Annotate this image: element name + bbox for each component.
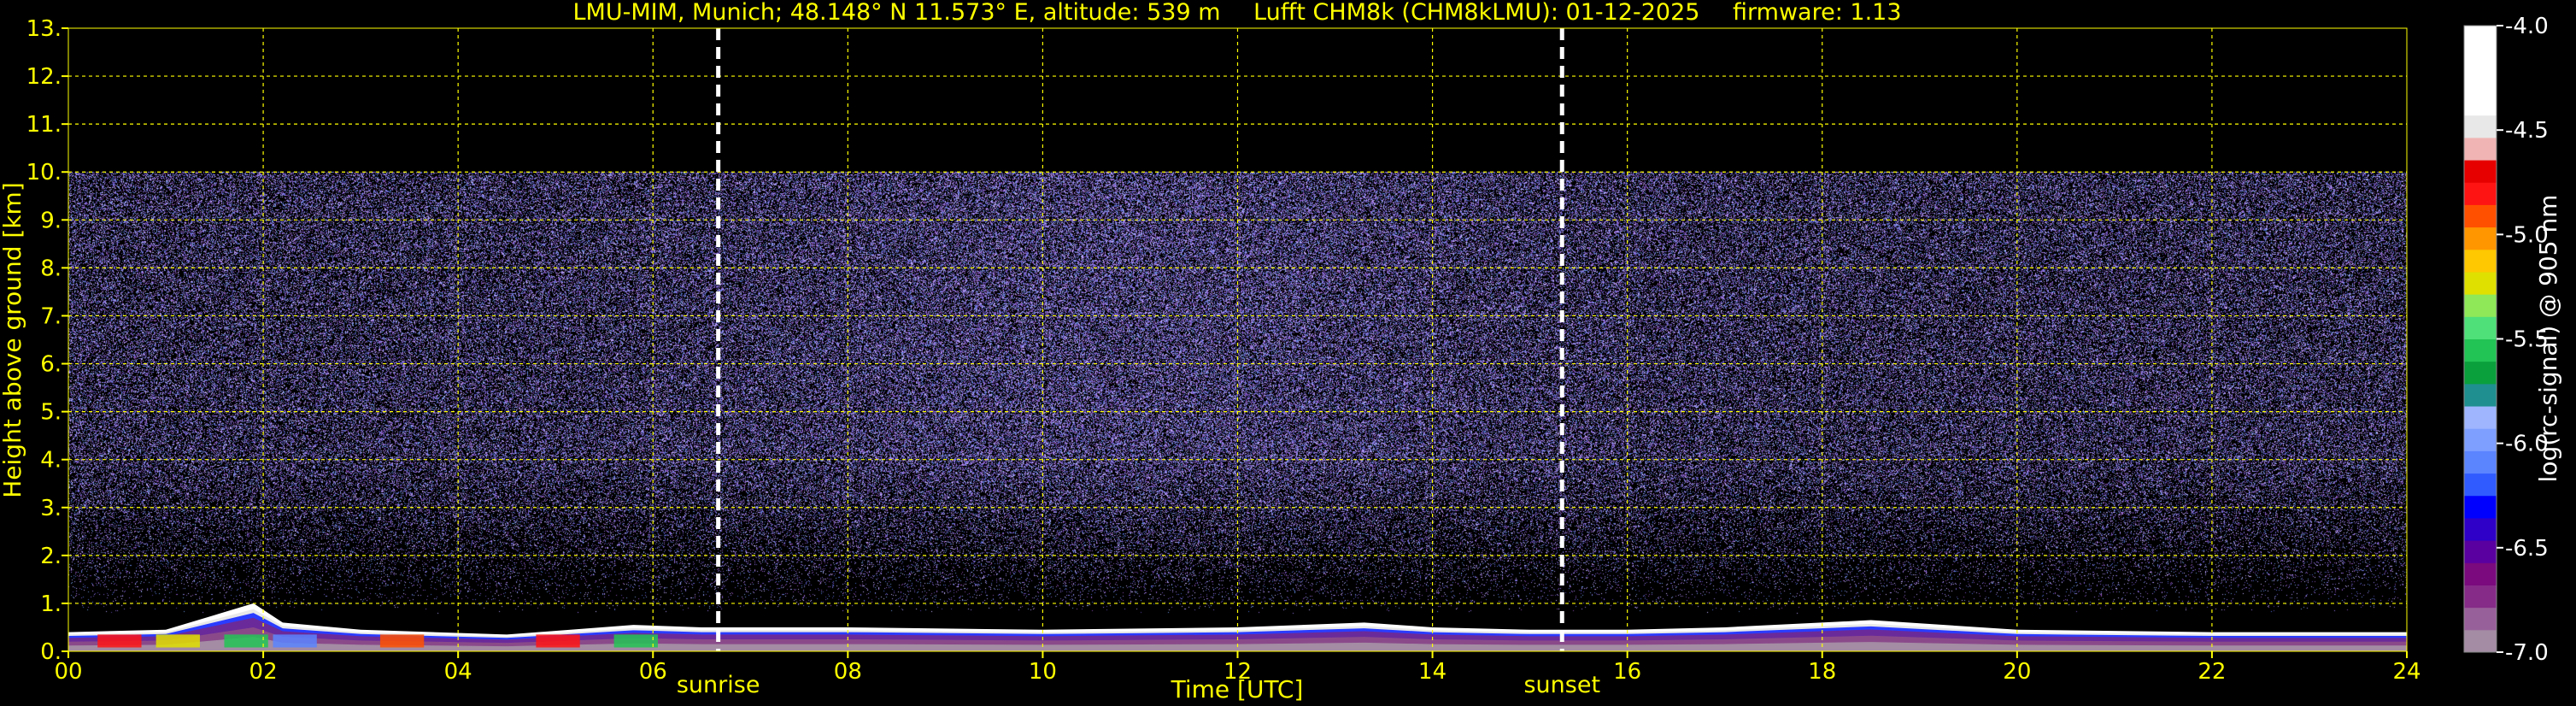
aerosol-patch-4 [379, 634, 425, 648]
colorbar-segment-22 [2464, 137, 2497, 161]
y-tick-label-12: 12. [26, 64, 62, 90]
colorbar-segment-25 [2464, 70, 2497, 94]
x-tick-label-3: 06 [639, 659, 667, 685]
colorbar-segment-17 [2464, 249, 2497, 273]
title-station: LMU-MIM, Munich; 48.148° N 11.573° E, al… [572, 0, 1220, 26]
colorbar-segment-24 [2464, 92, 2497, 116]
colorbar-segment-0 [2464, 629, 2497, 653]
y-tick-label-9: 9. [40, 208, 62, 233]
colorbar-segment-23 [2464, 115, 2497, 138]
colorbar-segment-9 [2464, 428, 2497, 451]
colorbar-segment-21 [2464, 160, 2497, 183]
aerosol-patch-1 [155, 634, 200, 648]
sunset-label: sunset [1523, 672, 1600, 698]
colorbar-segment-7 [2464, 473, 2497, 497]
y-tick-label-5: 5. [40, 400, 62, 426]
x-tick-label-2: 04 [444, 659, 472, 685]
colorbar-segment-16 [2464, 271, 2497, 295]
colorbar-segment-3 [2464, 562, 2497, 585]
colorbar-segment-27 [2464, 26, 2497, 49]
x-tick-label-10: 20 [2003, 659, 2031, 685]
y-tick-label-8: 8. [40, 256, 62, 281]
x-tick-label-7: 14 [1418, 659, 1446, 685]
aerosol-patch-2 [224, 634, 268, 648]
colorbar-segment-12 [2464, 361, 2497, 385]
x-tick-label-5: 10 [1029, 659, 1057, 685]
aerosol-patch-6 [613, 634, 658, 648]
y-tick-label-7: 7. [40, 303, 62, 329]
colorbar-segment-18 [2464, 227, 2497, 250]
colorbar-label: log(rc-signal) @ 905 nm [2534, 195, 2562, 483]
colorbar-segment-13 [2464, 338, 2497, 362]
y-tick-label-1: 1. [40, 591, 62, 617]
y-tick-label-4: 4. [40, 448, 62, 474]
colorbar-segment-1 [2464, 607, 2497, 631]
x-tick-label-11: 22 [2198, 659, 2226, 685]
aerosol-patch-0 [97, 634, 142, 648]
x-tick-label-8: 16 [1613, 659, 1641, 685]
x-tick-label-9: 18 [1808, 659, 1836, 685]
y-tick-label-6: 6. [40, 352, 62, 378]
title-firmware: firmware: 1.13 [1733, 0, 1901, 26]
y-tick-label-3: 3. [40, 496, 62, 521]
ceilometer-chart: LMU-MIM, Munich; 48.148° N 11.573° E, al… [0, 0, 2576, 706]
x-tick-label-12: 24 [2392, 659, 2421, 685]
colorbar-tick-label-5: -6.5 [2505, 536, 2549, 562]
colorbar-segment-8 [2464, 450, 2497, 474]
aerosol-patch-5 [536, 634, 580, 648]
y-tick-label-2: 2. [40, 544, 62, 569]
colorbar-segment-14 [2464, 316, 2497, 339]
x-tick-label-0: 00 [54, 659, 82, 685]
y-tick-label-13: 13. [26, 16, 62, 42]
colorbar-tick-label-0: -4.0 [2505, 14, 2549, 39]
colorbar-segment-4 [2464, 540, 2497, 563]
y-tick-label-10: 10. [26, 160, 62, 185]
y-tick-label-11: 11. [26, 112, 62, 138]
title-instrument: Lufft CHM8k (CHM8kLMU): 01-12-2025 [1253, 0, 1699, 26]
colorbar-segment-19 [2464, 204, 2497, 228]
colorbar-tick-label-1: -4.5 [2505, 118, 2549, 144]
y-axis-label: Height above ground [km] [0, 182, 26, 498]
x-tick-label-4: 08 [834, 659, 862, 685]
colorbar-segment-2 [2464, 585, 2497, 609]
aerosol-patch-3 [273, 634, 317, 648]
colorbar-segment-20 [2464, 182, 2497, 205]
x-axis-label: Time [UTC] [1171, 675, 1304, 703]
colorbar-segment-11 [2464, 383, 2497, 407]
colorbar-segment-26 [2464, 48, 2497, 71]
colorbar-segment-6 [2464, 495, 2497, 519]
colorbar-tick-label-6: -7.0 [2505, 640, 2549, 666]
colorbar-segment-5 [2464, 517, 2497, 541]
sunrise-label: sunrise [677, 672, 760, 698]
colorbar-segment-10 [2464, 406, 2497, 429]
x-tick-label-1: 02 [249, 659, 278, 685]
colorbar-segment-15 [2464, 294, 2497, 317]
